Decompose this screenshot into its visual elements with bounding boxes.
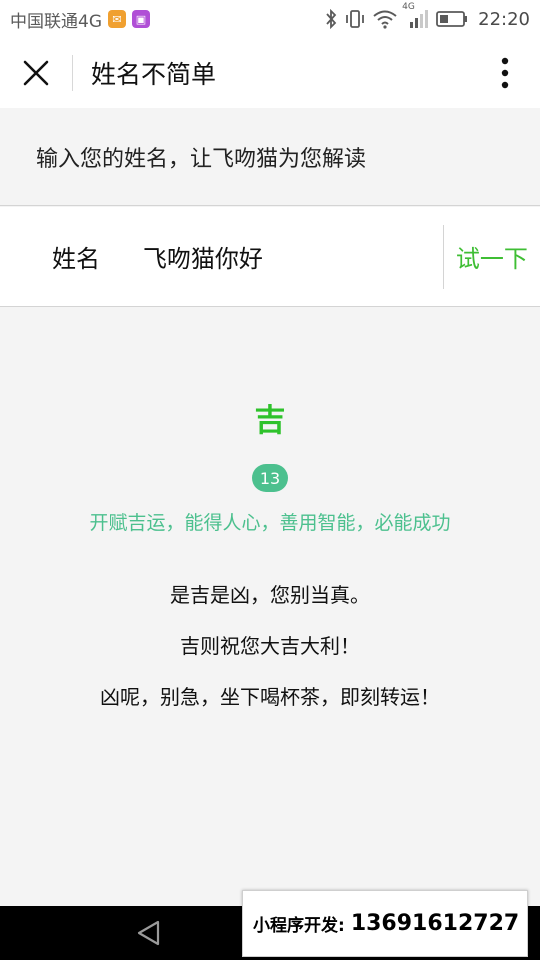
instruction-text: 输入您的姓名，让飞吻猫为您解读 bbox=[0, 108, 540, 206]
developer-phone: 13691612727 bbox=[350, 911, 520, 936]
status-right: 4G 22:20 bbox=[324, 2, 530, 30]
more-vertical-icon bbox=[501, 57, 509, 89]
page-title: 姓名不简单 bbox=[91, 60, 217, 89]
fortune-verdict: 吉 bbox=[254, 403, 286, 439]
description-line-2: 吉则祝您大吉大利！ bbox=[180, 634, 360, 658]
notification-app-icon: ✉ bbox=[108, 10, 126, 28]
status-bar: 中国联通4G ✉ ▣ 4G 22:20 bbox=[0, 0, 540, 38]
status-left: 中国联通4G ✉ ▣ bbox=[10, 7, 150, 32]
notification-gallery-icon: ▣ bbox=[132, 10, 150, 28]
close-button[interactable] bbox=[0, 38, 72, 108]
carrier-label: 中国联通4G bbox=[10, 11, 102, 32]
bluetooth-icon bbox=[324, 9, 338, 29]
battery-icon bbox=[436, 10, 468, 28]
title-bar: 姓名不简单 bbox=[0, 38, 540, 108]
signal-icon: 4G bbox=[402, 2, 430, 30]
developer-label-text: 小程序开发: bbox=[253, 916, 345, 936]
network-type-label: 4G bbox=[402, 2, 415, 12]
more-button[interactable] bbox=[470, 38, 540, 108]
result-panel: 吉 13 开赋吉运，能得人心，善用智能，必能成功 是吉是凶，您别当真。 吉则祝您… bbox=[0, 396, 540, 710]
name-input[interactable] bbox=[108, 226, 443, 287]
vibrate-icon bbox=[344, 9, 366, 29]
developer-contact-label: 小程序开发: 13691612727 bbox=[242, 890, 528, 957]
try-button[interactable]: 试一下 bbox=[444, 207, 540, 306]
name-label: 姓名 bbox=[52, 245, 100, 273]
score-badge: 13 bbox=[252, 464, 288, 492]
fortune-summary: 开赋吉运，能得人心，善用智能，必能成功 bbox=[89, 512, 451, 534]
name-input-row: 姓名 试一下 bbox=[0, 207, 540, 307]
description-line-1: 是吉是凶，您别当真。 bbox=[170, 583, 370, 607]
description-line-3: 凶呢，别急，坐下喝杯茶，即刻转运！ bbox=[100, 685, 440, 709]
close-icon bbox=[23, 60, 49, 86]
back-triangle-icon[interactable] bbox=[134, 918, 164, 948]
wifi-icon bbox=[372, 9, 398, 29]
title-divider bbox=[72, 55, 73, 91]
clock: 22:20 bbox=[478, 8, 530, 30]
